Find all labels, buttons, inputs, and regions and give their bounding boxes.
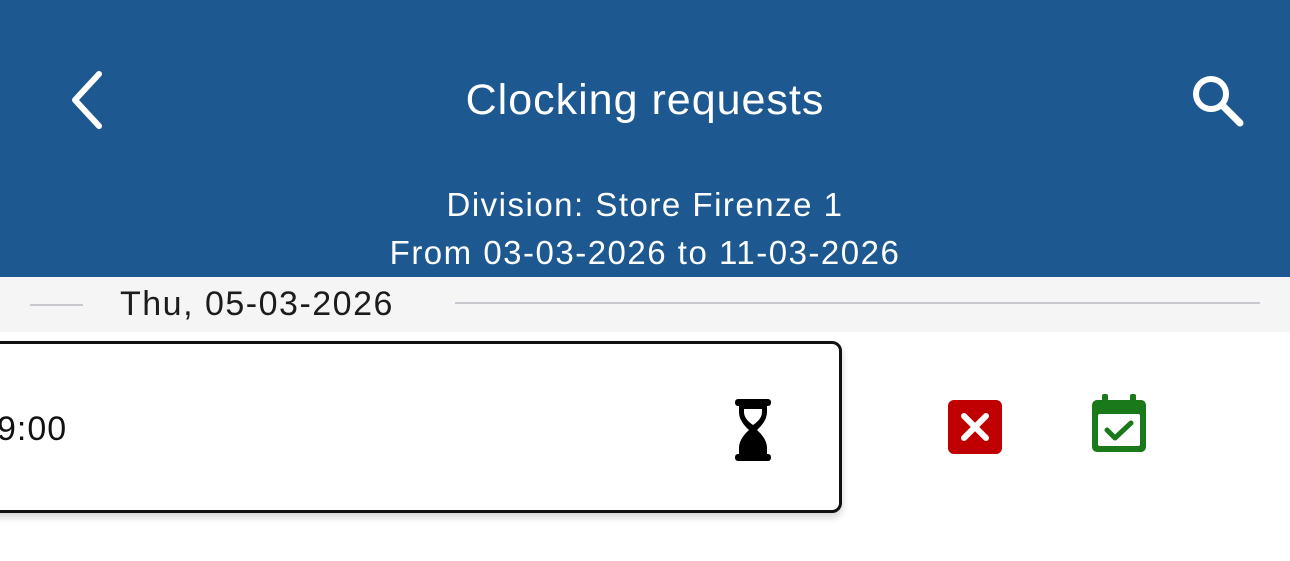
divider-line	[455, 302, 1260, 304]
search-icon	[1193, 76, 1244, 127]
date-group-header: Thu, 05-03-2026	[0, 277, 1290, 332]
divider-line	[30, 304, 83, 306]
approve-button[interactable]	[1090, 394, 1148, 454]
page-title: Clocking requests	[465, 76, 825, 124]
close-box-icon	[948, 400, 1002, 454]
app-header: Clocking requests Division: Store Firenz…	[0, 0, 1290, 277]
hourglass-icon	[735, 399, 771, 461]
division-label: Division: Store Firenze 1	[446, 186, 844, 223]
clocking-request-card[interactable]: 9:00	[0, 341, 842, 513]
reject-button[interactable]	[948, 400, 1002, 454]
request-time: 9:00	[0, 410, 68, 448]
date-range-label: From 03-03-2026 to 11-03-2026	[389, 234, 901, 271]
search-button[interactable]	[1180, 66, 1256, 136]
date-group-label: Thu, 05-03-2026	[120, 285, 394, 323]
calendar-check-icon	[1092, 394, 1146, 452]
